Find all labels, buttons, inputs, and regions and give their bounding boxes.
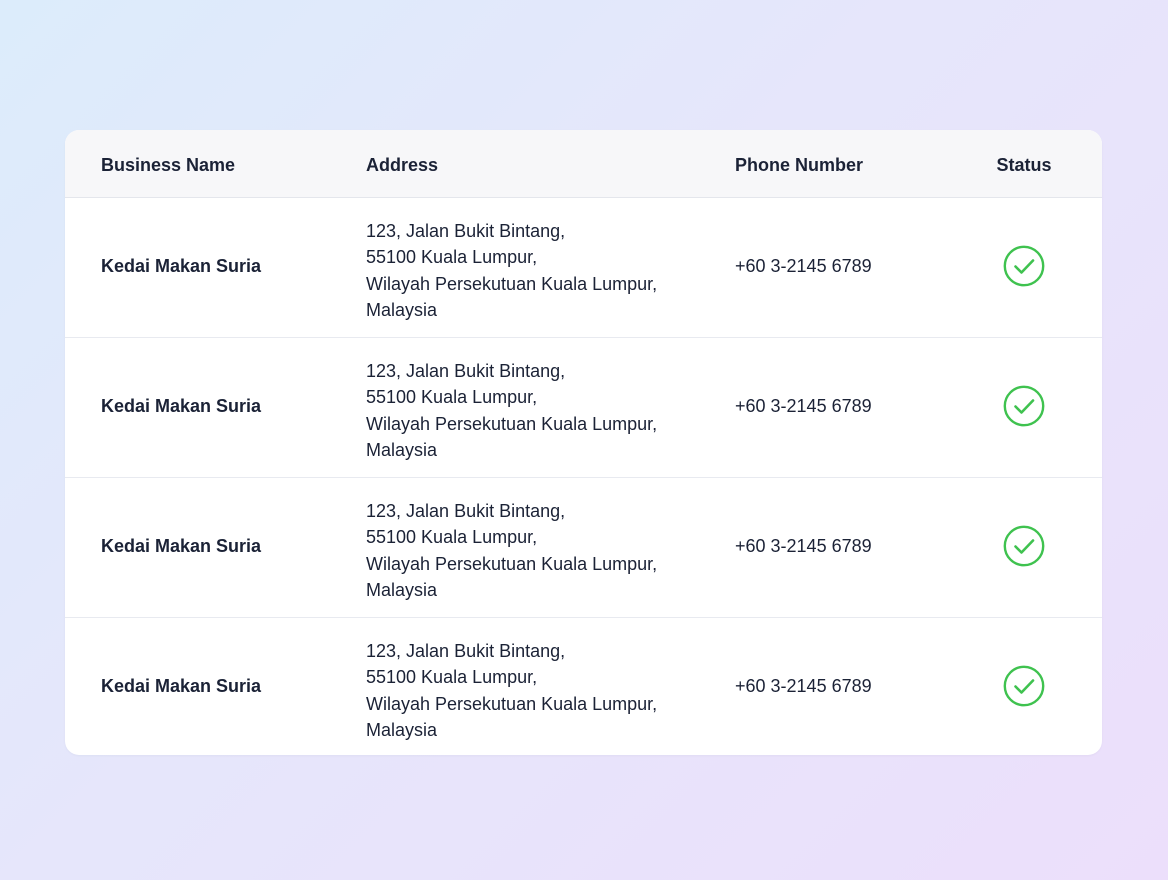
- table-header: Business Name Address Phone Number Statu…: [65, 130, 1102, 198]
- check-circle-icon: [1003, 245, 1045, 287]
- check-circle-icon: [1003, 525, 1045, 567]
- table-row[interactable]: Kedai Makan Suria 123, Jalan Bukit Binta…: [65, 338, 1102, 478]
- address-line: Malaysia: [366, 719, 438, 740]
- address-line: Malaysia: [366, 579, 438, 600]
- address-line: 55100 Kuala Lumpur,: [366, 387, 538, 408]
- address-line: Wilayah Persekutuan Kuala Lumpur,: [366, 273, 658, 294]
- check-circle-icon: [1003, 385, 1045, 427]
- business-name-cell: Kedai Makan Suria: [101, 536, 262, 556]
- address-line: Wilayah Persekutuan Kuala Lumpur,: [366, 553, 658, 574]
- header-business-name: Business Name: [101, 155, 236, 175]
- address-line: Malaysia: [366, 439, 438, 460]
- address-line: 123, Jalan Bukit Bintang,: [366, 361, 566, 381]
- business-name-cell: Kedai Makan Suria: [101, 256, 262, 276]
- address-cell: 123, Jalan Bukit Bintang, 55100 Kuala Lu…: [366, 358, 657, 463]
- address-line: 55100 Kuala Lumpur,: [366, 667, 538, 688]
- table-row[interactable]: Kedai Makan Suria 123, Jalan Bukit Binta…: [65, 618, 1102, 755]
- phone-number-cell: +60 3-2145 6789: [735, 256, 872, 276]
- header-status: Status: [996, 155, 1052, 175]
- phone-number-cell: +60 3-2145 6789: [735, 396, 872, 416]
- address-line: 55100 Kuala Lumpur,: [366, 527, 538, 548]
- address-line: 123, Jalan Bukit Bintang,: [366, 501, 566, 521]
- business-table: Business Name Address Phone Number Statu…: [65, 130, 1102, 755]
- address-line: Wilayah Persekutuan Kuala Lumpur,: [366, 693, 658, 714]
- address-line: Wilayah Persekutuan Kuala Lumpur,: [366, 413, 658, 434]
- address-cell: 123, Jalan Bukit Bintang, 55100 Kuala Lu…: [366, 218, 657, 323]
- address-line: 55100 Kuala Lumpur,: [366, 247, 538, 268]
- header-address: Address: [366, 155, 439, 175]
- header-phone-number: Phone Number: [735, 155, 864, 175]
- check-circle-icon: [1003, 665, 1045, 707]
- business-name-cell: Kedai Makan Suria: [101, 396, 262, 416]
- phone-number-cell: +60 3-2145 6789: [735, 536, 872, 556]
- address-line: 123, Jalan Bukit Bintang,: [366, 641, 566, 661]
- table-row[interactable]: Kedai Makan Suria 123, Jalan Bukit Binta…: [65, 198, 1102, 338]
- business-name-cell: Kedai Makan Suria: [101, 676, 262, 696]
- table-row[interactable]: Kedai Makan Suria 123, Jalan Bukit Binta…: [65, 478, 1102, 618]
- phone-number-cell: +60 3-2145 6789: [735, 676, 872, 696]
- address-cell: 123, Jalan Bukit Bintang, 55100 Kuala Lu…: [366, 638, 657, 743]
- address-line: Malaysia: [366, 299, 438, 320]
- address-cell: 123, Jalan Bukit Bintang, 55100 Kuala Lu…: [366, 498, 657, 603]
- address-line: 123, Jalan Bukit Bintang,: [366, 221, 566, 241]
